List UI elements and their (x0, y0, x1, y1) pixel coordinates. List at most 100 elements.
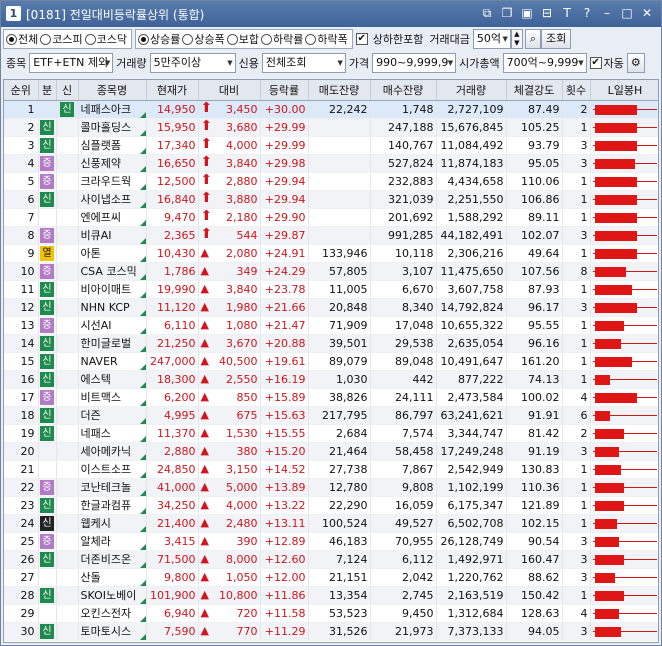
stock-name[interactable]: 이스트소프 (81, 463, 132, 476)
stock-name[interactable]: 크라우드웍 (81, 175, 132, 188)
search-icon[interactable]: ⌕ (524, 29, 542, 49)
auto-checkbox[interactable]: ✔ (589, 57, 602, 69)
stock-name[interactable]: CSA 코스믹 (81, 265, 137, 278)
copy-icon[interactable]: ❐ (499, 5, 515, 21)
market-cap-select[interactable]: 700억~9,999 (502, 53, 587, 73)
stock-name[interactable]: NHN KCP (81, 301, 130, 314)
stock-name-cell[interactable]: 한글과컴퓨 (78, 496, 147, 515)
stock-name-cell[interactable]: 코난테크놀 (78, 478, 147, 497)
stock-name[interactable]: 네패스 (81, 427, 111, 440)
table-row[interactable]: 18 신 더즌 4,995 ▲ 675 +15.63 217,795 86,797 63,241,… (4, 406, 658, 425)
col-strength[interactable]: 체결강도 (506, 80, 563, 101)
table-row[interactable]: 23 신 한글과컴퓨 34,250 ▲ 4,000 +13.22 22,290 16,059 6,… (4, 496, 658, 515)
table-row[interactable]: 1 신 네패스아크 14,950 ⬆ 3,450 +30.00 22,242 1,748 2,72… (4, 100, 658, 119)
stock-name[interactable]: NAVER (81, 355, 118, 368)
stock-name[interactable]: 엔에프씨 (81, 211, 121, 224)
stock-name-cell[interactable]: 시선AI (78, 316, 147, 335)
table-row[interactable]: 21 이스트소프 24,850 ▲ 3,150 +14.52 27,738 7,867 2,54… (4, 460, 658, 479)
table-row[interactable]: 17 증 비트맥스 6,200 ▲ 850 +15.89 38,826 24,111 2,473,… (4, 388, 658, 407)
stock-name-cell[interactable]: 웹케시 (78, 514, 147, 533)
table-row[interactable]: 2 신 콜마홀딩스 15,950 ⬆ 3,680 +29.99 247,188 15,676,8… (4, 118, 658, 137)
stock-name-cell[interactable]: 산돌 (78, 568, 147, 587)
stock-name-cell[interactable]: 에스텍 (78, 370, 147, 389)
stock-name-cell[interactable]: NAVER (78, 352, 147, 371)
col-sell-remain[interactable]: 매도잔량 (308, 80, 371, 101)
stock-name[interactable]: 아톤 (81, 247, 101, 260)
stock-name-cell[interactable]: SKOI노베이 (78, 586, 147, 605)
col-buy-remain[interactable]: 매수잔량 (370, 80, 437, 101)
radio-market-all[interactable]: 전체 (6, 31, 38, 47)
table-row[interactable]: 29 오킨스전자 6,940 ▲ 720 +11.58 53,523 9,450 1,312,6… (4, 604, 658, 623)
table-row[interactable]: 30 신 토마토시스 7,590 ▲ 770 +11.29 31,526 21,973 7,373… (4, 622, 658, 641)
table-row[interactable]: 5 증 크라우드웍 12,500 ⬆ 2,880 +29.94 232,883 4,434,65… (4, 172, 658, 191)
table-row[interactable]: 7 엔에프씨 9,470 ⬆ 2,180 +29.90 201,692 1,588,292 89… (4, 208, 658, 227)
stock-name-cell[interactable]: 한미글로벌 (78, 334, 147, 353)
layout-icon[interactable]: ▣ (519, 5, 535, 21)
col-rate[interactable]: 등락률 (260, 80, 309, 101)
stock-name-cell[interactable]: CSA 코스믹 (78, 262, 147, 281)
table-row[interactable]: 25 증 알체라 3,415 ▲ 390 +12.89 46,183 70,955 26,128,… (4, 532, 658, 551)
stock-name-cell[interactable]: 네패스 (78, 424, 147, 443)
stock-name[interactable]: SKOI노베이 (81, 589, 137, 602)
stock-name-cell[interactable]: NHN KCP (78, 298, 147, 317)
stock-name[interactable]: 신풍제약 (81, 157, 121, 170)
table-row[interactable]: 9 열 아톤 10,430 ▲ 2,080 +24.91 133,946 10,118 2,306… (4, 244, 658, 263)
stock-name-cell[interactable]: 비트맥스 (78, 388, 147, 407)
stock-name[interactable]: 비큐AI (81, 229, 112, 242)
stock-name-cell[interactable]: 세아메카닉 (78, 442, 147, 461)
stock-name-cell[interactable]: 더존비즈온 (78, 550, 147, 569)
stock-name[interactable]: 비아이매트 (81, 283, 132, 296)
stock-name-cell[interactable]: 아톤 (78, 244, 147, 263)
ranking-table[interactable]: 순위 분 신 종목명 현재가 대비 등락률 매도잔량 매수잔량 거래량 체결강도… (3, 79, 659, 643)
table-row[interactable]: 16 신 에스텍 18,300 ▲ 2,550 +16.19 1,030 442 877,222 7… (4, 370, 658, 389)
table-row[interactable]: 3 신 심플랫폼 17,340 ⬆ 4,000 +29.99 140,767 11,084,49… (4, 136, 658, 155)
volume-amount-stepper[interactable]: ▲ ▼ (510, 29, 523, 49)
stock-name-cell[interactable]: 알체라 (78, 532, 147, 551)
stock-name-cell[interactable]: 네패스아크 (78, 100, 147, 119)
stock-name-cell[interactable]: 더즌 (78, 406, 147, 425)
stock-name[interactable]: 오킨스전자 (81, 607, 132, 620)
col-price[interactable]: 현재가 (146, 80, 199, 101)
stock-name[interactable]: 세아메카닉 (81, 445, 132, 458)
stock-name[interactable]: 더즌 (81, 409, 101, 422)
include-limit-checkbox[interactable]: ✔ (355, 33, 368, 45)
stock-name[interactable]: 비트맥스 (81, 391, 121, 404)
table-row[interactable]: 22 증 코난테크놀 41,000 ▲ 5,000 +13.89 12,780 9,808 1,1… (4, 478, 658, 497)
stock-name-cell[interactable]: 비큐AI (78, 226, 147, 245)
gear-icon[interactable]: ⚙ (626, 53, 645, 73)
radio-sort-fall-amount[interactable]: 하락폭 (305, 31, 348, 47)
minimize-icon[interactable]: – (599, 5, 615, 21)
stock-name[interactable]: 사이냅소프 (81, 193, 132, 206)
radio-sort-flat[interactable]: 보합 (226, 31, 259, 47)
col-new[interactable]: 신 (56, 80, 79, 101)
stock-name-cell[interactable]: 엔에프씨 (78, 208, 147, 227)
stock-name-cell[interactable]: 오킨스전자 (78, 604, 147, 623)
table-row[interactable]: 20 세아메카닉 2,880 ▲ 380 +15.20 21,464 58,458 17,249… (4, 442, 658, 461)
search-button[interactable]: 조회 (541, 29, 572, 49)
stock-name-cell[interactable]: 크라우드웍 (78, 172, 147, 191)
stock-name-cell[interactable]: 이스트소프 (78, 460, 147, 479)
maximize-icon[interactable]: □ (619, 5, 635, 21)
table-row[interactable]: 8 증 비큐AI 2,365 ⬆ 544 +29.87 991,285 44,182,491 10… (4, 226, 658, 245)
stock-name-cell[interactable]: 비아이매트 (78, 280, 147, 299)
col-rank[interactable]: 순위 (4, 80, 39, 101)
radio-sort-rise-rate[interactable]: 상승률 (138, 31, 180, 47)
table-row[interactable]: 28 신 SKOI노베이 101,900 ▲ 10,800 +11.86 13,354 2,74… (4, 586, 658, 605)
stock-name[interactable]: 산돌 (81, 571, 101, 584)
stock-name-cell[interactable]: 신풍제약 (78, 154, 147, 173)
stock-name[interactable]: 한글과컴퓨 (81, 499, 132, 512)
table-row[interactable]: 4 증 신풍제약 16,650 ⬆ 3,840 +29.98 527,824 11,874,18… (4, 154, 658, 173)
stock-name[interactable]: 코난테크놀 (81, 481, 132, 494)
stock-name-cell[interactable]: 심플랫폼 (78, 136, 147, 155)
credit-select[interactable]: 전체조회 (261, 53, 346, 73)
table-row[interactable]: 6 신 사이냅소프 16,840 ⬆ 3,880 +29.94 321,039 2,251,55… (4, 190, 658, 209)
col-name[interactable]: 종목명 (78, 80, 147, 101)
table-row[interactable]: 24 신 웹케시 21,400 ▲ 2,480 +13.11 100,524 49,527 6,5… (4, 514, 658, 533)
stock-name[interactable]: 더존비즈온 (81, 553, 132, 566)
item-select[interactable]: ETF+ETN 제외 (29, 53, 114, 73)
stock-name-cell[interactable]: 사이냅소프 (78, 190, 147, 209)
table-row[interactable]: 26 신 더존비즈온 71,500 ▲ 8,000 +12.60 7,124 6,112 1,49… (4, 550, 658, 569)
stock-name[interactable]: 한미글로벌 (81, 337, 132, 350)
stock-name[interactable]: 네패스아크 (81, 103, 132, 116)
font-size-icon[interactable]: T (559, 5, 575, 21)
